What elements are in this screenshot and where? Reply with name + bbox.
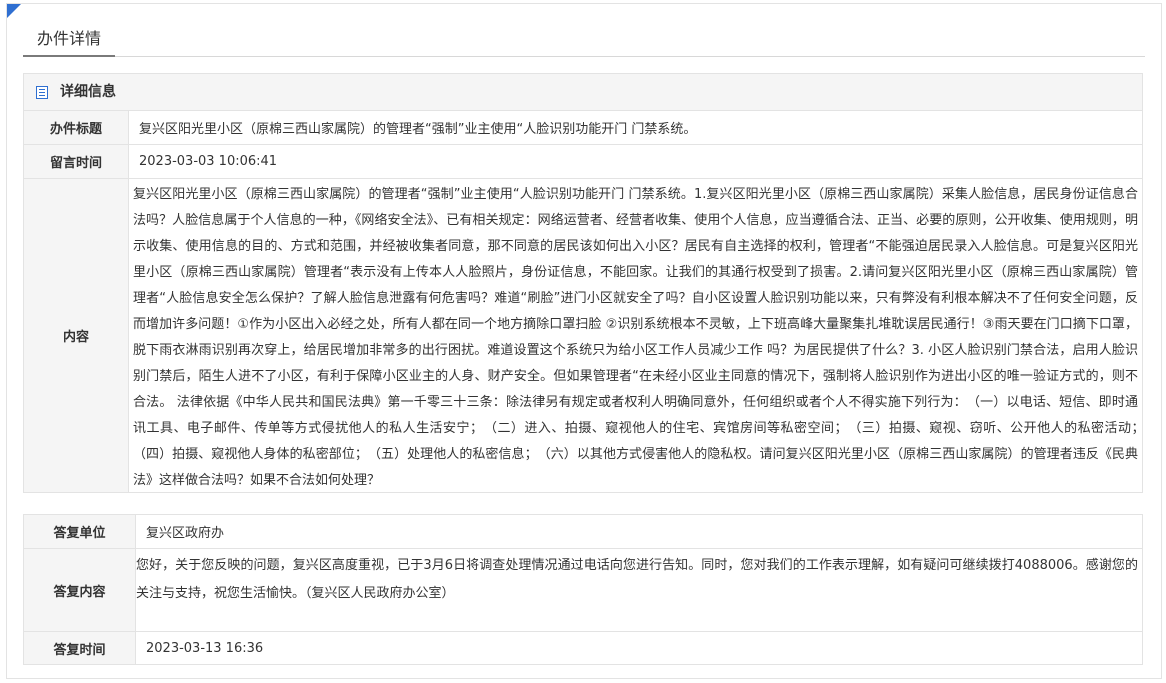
reply-content-value: 您好，关于您反映的问题，复兴区高度重视，已于3月6日将调查处理情况通过电话向您进… xyxy=(136,558,1138,601)
content-label: 内容 xyxy=(24,179,129,492)
detail-page: 办件详情 详细信息 办件标题 复兴区阳光里小区（原棉三西山家属院）的管理者“强制… xyxy=(6,3,1162,679)
detail-panel: 详细信息 办件标题 复兴区阳光里小区（原棉三西山家属院）的管理者“强制”业主使用… xyxy=(23,73,1152,493)
reply-unit-label: 答复单位 xyxy=(24,515,136,548)
detail-section-header: 详细信息 xyxy=(24,74,1142,111)
title-value: 复兴区阳光里小区（原棉三西山家属院）的管理者“强制”业主使用“人脸识别功能开门 … xyxy=(139,122,697,137)
title-label: 办件标题 xyxy=(24,111,129,144)
message-time-value: 2023-03-03 10:06:41 xyxy=(139,154,278,169)
message-time-label: 留言时间 xyxy=(24,145,129,178)
page-header: 办件详情 xyxy=(23,22,1145,57)
reply-content-row: 答复内容 您好，关于您反映的问题，复兴区高度重视，已于3月6日将调查处理情况通过… xyxy=(24,549,1142,632)
section-title: 详细信息 xyxy=(60,84,116,100)
content-value: 复兴区阳光里小区（原棉三西山家属院）的管理者“强制”业主使用“人脸识别功能开门 … xyxy=(133,187,1152,488)
document-icon xyxy=(36,85,48,99)
content-row: 内容 复兴区阳光里小区（原棉三西山家属院）的管理者“强制”业主使用“人脸识别功能… xyxy=(24,179,1152,492)
reply-unit-row: 答复单位 复兴区政府办 xyxy=(24,515,1142,549)
corner-marker xyxy=(7,4,21,18)
reply-panel: 答复单位 复兴区政府办 答复内容 您好，关于您反映的问题，复兴区高度重视，已于3… xyxy=(23,514,1143,665)
reply-content-label: 答复内容 xyxy=(24,549,136,631)
reply-time-label: 答复时间 xyxy=(24,632,136,664)
title-row: 办件标题 复兴区阳光里小区（原棉三西山家属院）的管理者“强制”业主使用“人脸识别… xyxy=(24,111,1142,145)
message-time-row: 留言时间 2023-03-03 10:06:41 xyxy=(24,145,1142,179)
reply-time-row: 答复时间 2023-03-13 16:36 xyxy=(24,632,1142,664)
reply-unit-value: 复兴区政府办 xyxy=(146,526,225,541)
page-title: 办件详情 xyxy=(23,22,116,57)
reply-time-value: 2023-03-13 16:36 xyxy=(146,640,264,656)
